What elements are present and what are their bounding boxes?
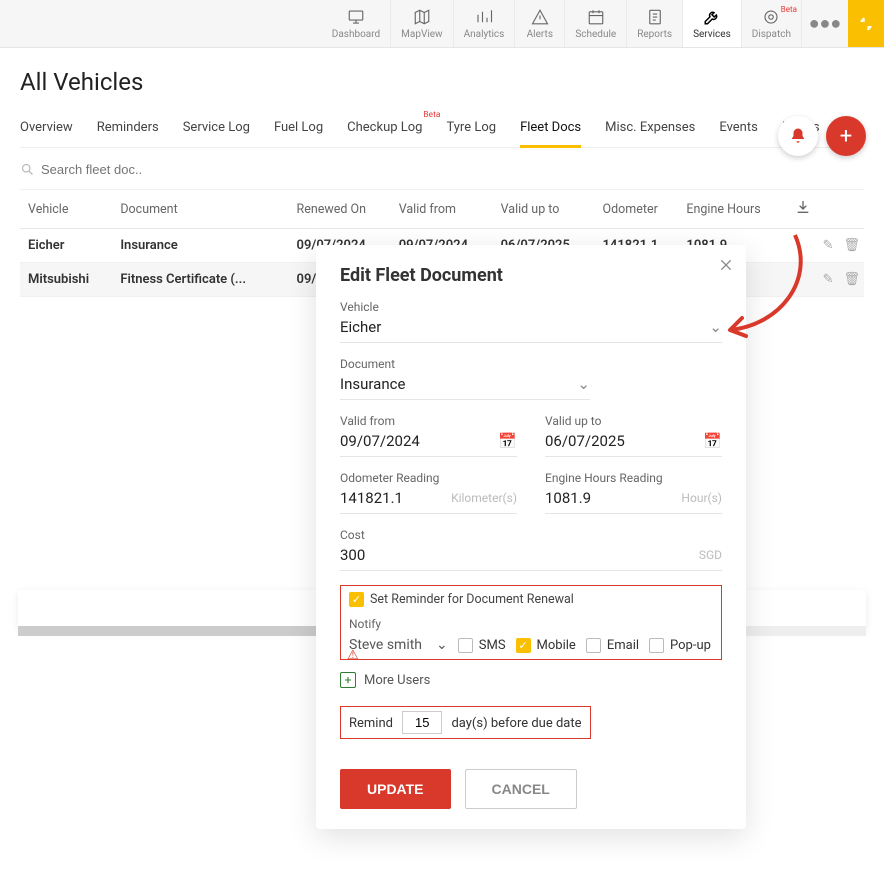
vehicle-label: Vehicle: [340, 300, 722, 314]
close-icon[interactable]: [718, 257, 734, 277]
tab-checkup-log[interactable]: Checkup LogBeta: [347, 114, 422, 147]
search-row: [20, 162, 864, 177]
top-header: Dashboard MapView Analytics Alerts Sched…: [0, 0, 884, 48]
reminder-checkbox[interactable]: ✓: [349, 592, 364, 607]
nav-dashboard[interactable]: Dashboard: [322, 0, 391, 47]
nav-schedule[interactable]: Schedule: [565, 0, 627, 47]
more-users-button[interactable]: +More Users: [340, 672, 722, 688]
hours-label: Engine Hours Reading: [545, 471, 722, 485]
tools-icon: [702, 7, 722, 27]
edit-icon[interactable]: ✎: [823, 272, 834, 287]
document-label: Document: [340, 357, 722, 371]
dispatch-icon: [761, 7, 781, 27]
tab-misc[interactable]: Misc. Expenses: [605, 114, 695, 147]
tab-events[interactable]: Events: [719, 114, 757, 147]
hours-unit: Hour(s): [681, 491, 722, 505]
cancel-button[interactable]: CANCEL: [465, 769, 577, 809]
nav-dispatch[interactable]: BetaDispatch: [742, 0, 802, 47]
hours-input[interactable]: 1081.9Hour(s): [545, 489, 722, 514]
col-valid-from[interactable]: Valid from: [395, 190, 497, 229]
delete-icon[interactable]: 🗑: [843, 272, 860, 287]
monitor-icon: [346, 7, 366, 27]
col-odometer[interactable]: Odometer: [598, 190, 682, 229]
notify-label: Notify: [349, 617, 713, 631]
warning-icon: ⚠: [347, 648, 359, 663]
edit-icon[interactable]: ✎: [823, 238, 834, 253]
nav-alerts[interactable]: Alerts: [515, 0, 565, 47]
reminder-section: ✓ Set Reminder for Document Renewal Notif…: [340, 585, 722, 660]
edit-fleet-doc-modal: Edit Fleet Document Vehicle Eicher⌄ Docu…: [316, 245, 746, 829]
delete-icon[interactable]: 🗑: [843, 238, 860, 253]
remind-days-input[interactable]: [402, 711, 442, 734]
tab-reminders[interactable]: Reminders: [97, 114, 159, 147]
cost-unit: SGD: [699, 548, 722, 562]
vehicle-select[interactable]: Eicher⌄: [340, 318, 722, 343]
calendar-icon: 📅: [498, 432, 517, 450]
chevron-down-icon: ⌄: [436, 637, 448, 653]
notifications-button[interactable]: [778, 116, 818, 156]
search-icon: [20, 162, 35, 177]
col-download[interactable]: [791, 190, 864, 229]
col-document[interactable]: Document: [116, 190, 292, 229]
remind-label: Remind: [349, 716, 393, 731]
email-checkbox[interactable]: [586, 638, 601, 653]
document-select[interactable]: Insurance⌄: [340, 375, 590, 400]
chart-icon: [474, 7, 494, 27]
page-title: All Vehicles: [20, 68, 864, 96]
mobile-checkbox[interactable]: ✓: [516, 638, 531, 653]
nav-collapse[interactable]: [848, 0, 884, 47]
cost-label: Cost: [340, 528, 722, 542]
chevron-down-icon: ⌄: [577, 375, 590, 393]
tab-fleet-docs[interactable]: Fleet Docs: [520, 114, 581, 147]
odometer-label: Odometer Reading: [340, 471, 517, 485]
report-icon: [645, 7, 665, 27]
reminder-label: Set Reminder for Document Renewal: [370, 592, 574, 607]
update-button[interactable]: UPDATE: [340, 769, 451, 809]
nav-reports[interactable]: Reports: [627, 0, 683, 47]
col-valid-to[interactable]: Valid up to: [497, 190, 599, 229]
popup-checkbox[interactable]: [649, 638, 664, 653]
tab-service-log[interactable]: Service Log: [183, 114, 250, 147]
sms-checkbox[interactable]: [458, 638, 473, 653]
odometer-unit: Kilometer(s): [451, 491, 517, 505]
add-button[interactable]: +: [826, 116, 866, 156]
tab-tyre-log[interactable]: Tyre Log: [446, 114, 496, 147]
cost-input[interactable]: 300SGD: [340, 546, 722, 571]
map-icon: [412, 7, 432, 27]
col-vehicle[interactable]: Vehicle: [20, 190, 116, 229]
nav-more[interactable]: ●●●: [802, 0, 848, 47]
calendar-icon: [586, 7, 606, 27]
odometer-input[interactable]: 141821.1Kilometer(s): [340, 489, 517, 514]
nav-mapview[interactable]: MapView: [391, 0, 453, 47]
tabs: Overview Reminders Service Log Fuel Log …: [20, 114, 864, 148]
alert-icon: [530, 7, 550, 27]
valid-to-label: Valid up to: [545, 414, 722, 428]
remind-after-label: day(s) before due date: [451, 716, 581, 731]
calendar-icon: 📅: [703, 432, 722, 450]
badge-beta: Beta: [423, 110, 440, 120]
valid-from-label: Valid from: [340, 414, 517, 428]
modal-title: Edit Fleet Document: [340, 265, 722, 286]
tab-overview[interactable]: Overview: [20, 114, 73, 147]
nav-services[interactable]: Services: [683, 0, 742, 47]
col-renewed[interactable]: Renewed On: [293, 190, 395, 229]
col-engine-hours[interactable]: Engine Hours: [682, 190, 791, 229]
remind-days-section: Remind day(s) before due date: [340, 706, 591, 739]
valid-from-input[interactable]: 09/07/2024📅: [340, 432, 517, 457]
chevron-down-icon: ⌄: [709, 318, 722, 336]
badge-beta: Beta: [781, 5, 797, 14]
search-input[interactable]: [41, 162, 864, 177]
nav-analytics[interactable]: Analytics: [454, 0, 516, 47]
tab-fuel-log[interactable]: Fuel Log: [274, 114, 323, 147]
plus-icon: +: [340, 672, 356, 688]
notify-user-select[interactable]: Steve smith ⌄: [349, 637, 448, 653]
valid-to-input[interactable]: 06/07/2025📅: [545, 432, 722, 457]
